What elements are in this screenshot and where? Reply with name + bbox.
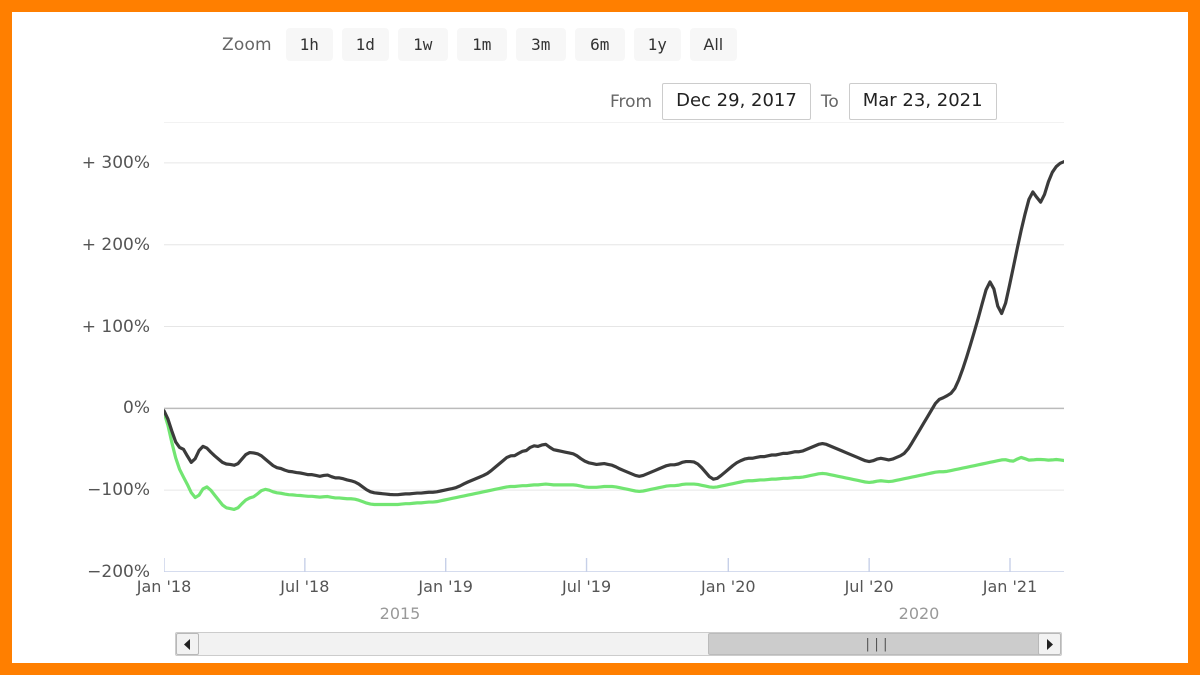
x-axis-tick-4: Jan '20 — [701, 577, 756, 596]
range-button-1m[interactable]: 1m — [456, 28, 507, 61]
scroll-left-arrow-icon[interactable] — [176, 633, 199, 655]
y-axis-tick-100: + 100% — [81, 316, 150, 337]
x-axis-line — [164, 558, 1064, 572]
zoom-label: Zoom — [222, 34, 272, 55]
screenshot-frame: Zoom 1h 1d 1w 1m 3m 6m 1y All From Dec 2… — [0, 0, 1200, 675]
scrollbar-grip-icon: ||| — [863, 636, 891, 652]
to-date-input[interactable]: Mar 23, 2021 — [848, 83, 997, 120]
date-range-inputs: From Dec 29, 2017 To Mar 23, 2021 — [610, 83, 997, 120]
line-chart-svg[interactable] — [164, 122, 1064, 572]
chart-widget: Zoom 1h 1d 1w 1m 3m 6m 1y All From Dec 2… — [12, 12, 1188, 663]
from-label: From — [610, 91, 653, 112]
x-axis-tick-1: Jul '18 — [280, 577, 330, 596]
y-axis-tick-0: 0% — [123, 398, 150, 419]
navigator: 2015 2020 ||| — [12, 604, 1188, 664]
x-axis-tick-0: Jan '18 — [136, 577, 192, 596]
y-axis-tick-200: + 200% — [81, 234, 150, 255]
chart-plot-area: + 300% + 200% + 100% 0% −100% −200% Jan '18 Ju… — [12, 122, 1188, 596]
y-axis-tick--100: −100% — [87, 480, 150, 501]
range-button-1h[interactable]: 1h — [285, 28, 333, 61]
navigator-year-2020: 2020 — [898, 604, 940, 623]
scrollbar-track[interactable]: ||| — [200, 633, 1046, 655]
navigator-scrollbar[interactable]: ||| — [175, 632, 1062, 656]
series-line-secondary — [164, 410, 1064, 512]
x-axis-tick-6: Jan '21 — [982, 577, 1038, 596]
x-axis-tick-5: Jul '20 — [844, 577, 894, 596]
gridlines — [164, 122, 1064, 572]
scroll-right-arrow-icon[interactable] — [1038, 633, 1061, 655]
range-button-1d[interactable]: 1d — [341, 28, 389, 61]
to-label: To — [820, 91, 839, 112]
x-axis-tick-2: Jan '19 — [418, 577, 473, 596]
scrollbar-thumb[interactable]: ||| — [708, 633, 1046, 655]
range-button-1y[interactable]: 1y — [633, 28, 681, 61]
y-axis-tick-300: + 300% — [81, 152, 150, 173]
range-button-1w[interactable]: 1w — [397, 28, 448, 61]
from-date-input[interactable]: Dec 29, 2017 — [662, 83, 811, 120]
range-button-3m[interactable]: 3m — [515, 28, 566, 61]
range-selector: Zoom 1h 1d 1w 1m 3m 6m 1y All — [222, 28, 746, 61]
range-button-6m[interactable]: 6m — [574, 28, 625, 61]
range-button-all[interactable]: All — [689, 28, 737, 61]
x-axis-tick-3: Jul '19 — [561, 577, 612, 596]
series-line-primary — [164, 160, 1064, 497]
series-lines — [164, 160, 1064, 512]
navigator-year-2015: 2015 — [379, 604, 421, 623]
